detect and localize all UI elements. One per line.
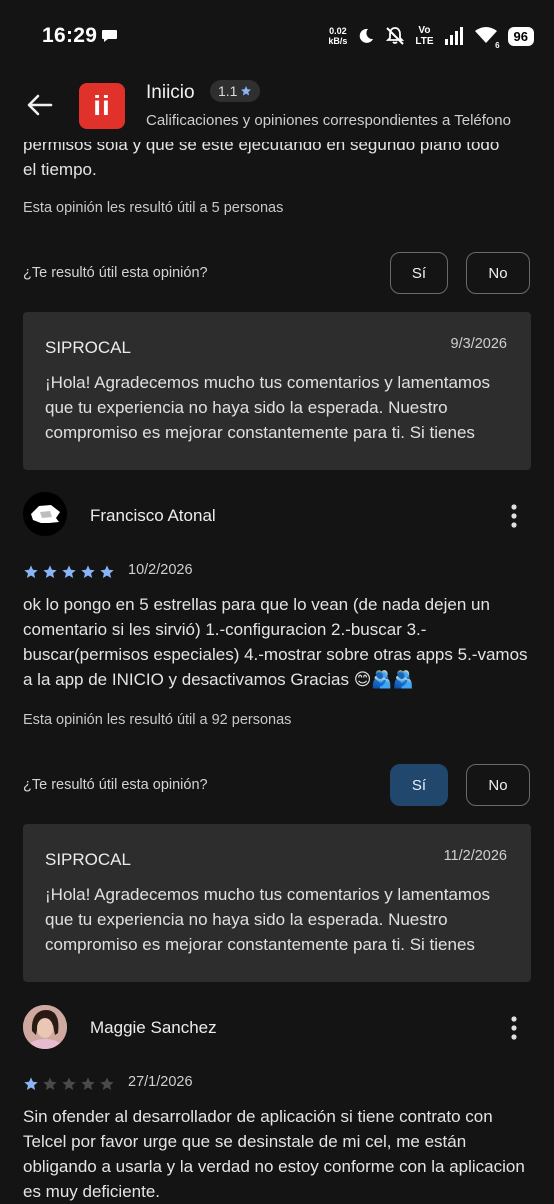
developer-reply: SIPROCAL 9/3/2026 ¡Hola! Agradecemos muc… [23, 312, 531, 470]
app-title: Iniicio [146, 82, 195, 103]
star-rating [23, 1076, 115, 1092]
helpful-question: ¿Te resultó útil esta opinión? [23, 265, 208, 281]
review-date: 27/1/2026 [128, 1074, 193, 1090]
avatar [23, 492, 67, 536]
reply-text: ¡Hola! Agradecemos mucho tus comentarios… [45, 885, 491, 954]
back-arrow-icon[interactable] [25, 91, 53, 119]
rating-badge: 1.1 [210, 80, 261, 102]
bell-off-icon [386, 27, 405, 45]
more-options-icon[interactable] [504, 1014, 524, 1042]
helpful-no-button[interactable]: No [466, 764, 530, 806]
app-bar: ii Iniicio 1.1 Calificaciones y opinione… [0, 72, 554, 142]
star-empty-icon [100, 1077, 114, 1090]
helpful-yes-button[interactable]: Sí [390, 764, 448, 806]
signal-icon [444, 27, 463, 45]
star-filled-icon [24, 565, 38, 578]
helpful-count: Esta opinión les resultó útil a 5 person… [23, 200, 284, 216]
review-author: Maggie Sanchez [90, 1018, 217, 1037]
star-empty-icon [81, 1077, 95, 1090]
developer-reply: SIPROCAL 11/2/2026 ¡Hola! Agradecemos mu… [23, 824, 531, 982]
reply-developer-name: SIPROCAL [45, 850, 131, 869]
network-speed: 0.02 kB/s [328, 26, 348, 46]
reply-developer-name: SIPROCAL [45, 338, 131, 357]
star-filled-icon [43, 565, 57, 578]
reply-text: ¡Hola! Agradecemos mucho tus comentarios… [45, 373, 491, 442]
review-author: Francisco Atonal [90, 506, 216, 525]
moon-icon [360, 28, 374, 43]
page-subtitle: Calificaciones y opiniones correspondien… [146, 112, 511, 129]
volte-indicator: Vo LTE [415, 25, 434, 47]
review-date: 10/2/2026 [128, 562, 193, 578]
star-filled-icon [81, 565, 95, 578]
status-bar: 16:29 0.02 kB/s Vo LTE 6 96 [0, 0, 554, 72]
star-empty-icon [43, 1077, 57, 1090]
more-options-icon[interactable] [504, 502, 524, 530]
review-text: ok lo pongo en 5 estrellas para que lo v… [23, 595, 528, 689]
message-notification-icon [102, 30, 117, 42]
helpful-yes-button[interactable]: Sí [390, 252, 448, 294]
clock: 16:29 [42, 24, 98, 47]
battery-indicator: 96 [507, 26, 534, 46]
reply-date: 9/3/2026 [450, 336, 507, 352]
app-logo: ii [79, 83, 125, 129]
avatar [23, 1005, 67, 1049]
wifi-icon: 6 [474, 26, 500, 50]
helpful-count: Esta opinión les resultó útil a 92 perso… [23, 712, 292, 728]
review-text: Sin ofender al desarrollador de aplicaci… [23, 1107, 525, 1201]
helpful-question: ¿Te resultó útil esta opinión? [23, 777, 208, 793]
star-icon [241, 86, 252, 96]
star-empty-icon [62, 1077, 76, 1090]
reply-date: 11/2/2026 [443, 848, 507, 864]
star-filled-icon [62, 565, 76, 578]
star-rating [23, 564, 115, 580]
star-filled-icon [100, 565, 114, 578]
star-filled-icon [24, 1077, 38, 1090]
helpful-no-button[interactable]: No [466, 252, 530, 294]
